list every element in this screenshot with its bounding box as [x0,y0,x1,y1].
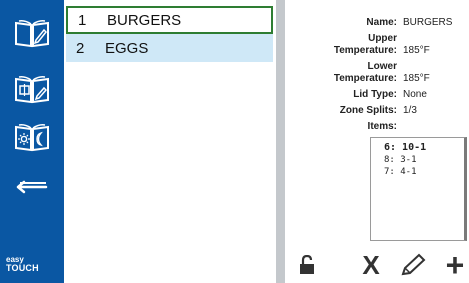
sidebar: easy TOUCH [0,0,64,283]
name-label: Name: [366,17,397,28]
book-tag-button[interactable] [6,68,58,110]
panel-divider[interactable] [276,0,285,283]
list-item[interactable]: 7: 4-1 [384,166,464,178]
items-label: Items: [367,121,397,132]
item-name: BURGERS [107,11,182,29]
upper-temp-label-1: Upper [368,33,397,44]
menu-list: 1 BURGERS 2 EGGS [64,0,275,283]
lower-temp-label-1: Lower [367,61,397,72]
lid-type-label: Lid Type: [353,89,397,100]
book-tag-icon [15,76,49,104]
add-button[interactable]: + [443,247,467,283]
pencil-icon [401,253,426,276]
edit-button[interactable] [399,250,427,280]
item-name: EGGS [105,39,149,57]
upper-temp-label-2: Temperature: [333,45,397,56]
app-window: easy TOUCH 1 BURGERS 2 EGGS Name: BURGER… [0,0,469,283]
items-listbox[interactable]: 6: 10-1 8: 3-1 7: 4-1 [370,137,467,241]
book-edit-icon [15,20,49,48]
upper-temp-value: 185°F [403,45,430,56]
delete-button[interactable]: X [359,250,383,280]
list-item[interactable]: 8: 3-1 [384,154,464,166]
book-day-night-icon [15,124,49,152]
lower-temp-label-2: Temperature: [333,73,397,84]
unlock-button[interactable] [297,250,317,280]
lower-temp-value: 185°F [403,73,430,84]
details-panel: Name: BURGERS Upper Temperature: 185°F L… [285,0,469,283]
list-item[interactable]: 6: 10-1 [384,142,464,154]
back-button[interactable] [6,166,58,208]
list-item[interactable]: 2 EGGS [66,34,273,62]
name-value: BURGERS [403,17,453,28]
unlock-icon [300,255,314,274]
easytouch-logo: easy TOUCH [6,255,39,273]
list-item[interactable]: 1 BURGERS [66,6,273,34]
lid-type-value: None [403,89,427,100]
back-arrow-icon [16,180,48,194]
item-number: 2 [76,39,85,57]
zone-splits-value: 1/3 [403,105,417,116]
book-edit-button[interactable] [6,12,58,54]
zone-splits-label: Zone Splits: [339,105,397,116]
item-number: 1 [78,11,87,29]
book-day-night-button[interactable] [6,116,58,158]
